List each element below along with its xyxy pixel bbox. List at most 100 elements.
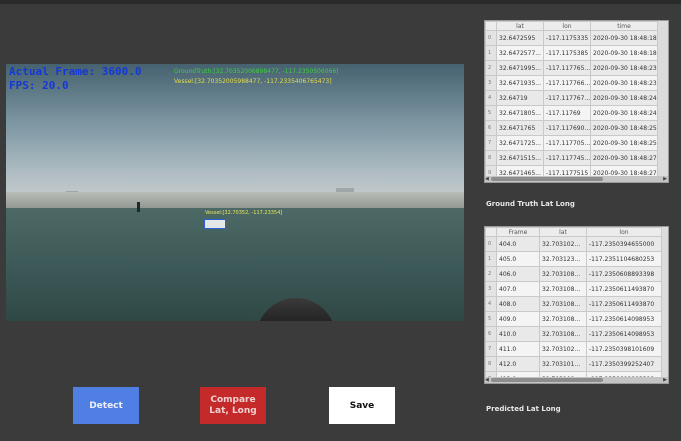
table-cell[interactable]: 407.0 — [496, 281, 540, 297]
buoy — [137, 202, 140, 212]
video-frame: Vessel:[32.70352, -117.23354] Actual Fra… — [6, 64, 464, 321]
table-cell[interactable]: 2020-09-30 18:48:24 — [590, 90, 658, 106]
predicted-table[interactable]: Frame lat lon 0 404.0 32.703102... -117.23503… — [484, 226, 669, 384]
predicted-scrollbar[interactable]: ◀ ▶ — [485, 377, 668, 383]
table-cell[interactable]: 32.6471515... — [496, 150, 544, 166]
table-cell[interactable]: 32.6471805... — [496, 105, 544, 121]
table-cell[interactable]: 2020-09-30 18:48:25 — [590, 120, 658, 136]
table-cell[interactable]: 32.703123... — [539, 251, 587, 267]
table-cell[interactable]: -117.2350398101609 — [586, 341, 662, 357]
scroll-left-icon[interactable]: ◀ — [485, 377, 489, 383]
column-header[interactable]: time — [590, 21, 658, 31]
table-cell[interactable]: -117.1175335 — [543, 30, 591, 46]
table-cell[interactable]: -117.2350608893398 — [586, 266, 662, 282]
boat-label: Vessel:[32.70352, -117.23354] — [205, 210, 283, 216]
table-cell[interactable]: 2020-09-30 18:48:18 — [590, 30, 658, 46]
table-row[interactable]: 2 406.0 32.703108... -117.2350608893398 — [485, 266, 662, 282]
column-header[interactable] — [485, 21, 497, 31]
row-index: 3 — [485, 75, 497, 91]
detect-button[interactable]: Detect — [73, 387, 139, 424]
table-row[interactable]: 1 32.6472577... -117.1175385 2020-09-30 18:… — [485, 45, 658, 61]
table-row[interactable]: 4 32.64719 -117.117767... 2020-09-30 18:48:… — [485, 90, 658, 106]
table-cell[interactable]: -117.2350394655000 — [586, 236, 662, 252]
table-cell[interactable]: 2020-09-30 18:48:23 — [590, 75, 658, 91]
table-cell[interactable]: -117.117766... — [543, 75, 591, 91]
table-cell[interactable]: -117.2350614098953 — [586, 311, 662, 327]
scroll-thumb[interactable] — [491, 177, 603, 181]
column-header[interactable] — [485, 227, 497, 237]
column-header[interactable]: lon — [543, 21, 591, 31]
column-header[interactable]: lat — [496, 21, 544, 31]
compare-lat-long-button[interactable]: Compare Lat, Long — [200, 387, 266, 424]
table-cell[interactable]: 32.703102... — [539, 341, 587, 357]
table-cell[interactable]: 32.703102... — [539, 236, 587, 252]
table-cell[interactable]: -117.117765... — [543, 60, 591, 76]
table-row[interactable]: 6 32.6471765 -117.117690... 2020-09-30 18:4… — [485, 120, 658, 136]
table-cell[interactable]: 32.6472577... — [496, 45, 544, 61]
table-cell[interactable]: -117.2350611493870 — [586, 296, 662, 312]
table-cell[interactable]: 410.0 — [496, 326, 540, 342]
table-row[interactable]: 0 404.0 32.703102... -117.2350394655000 — [485, 236, 662, 252]
table-cell[interactable]: 32.703108... — [539, 326, 587, 342]
table-row[interactable]: 0 32.6472595 -117.1175335 2020-09-30 18:48:… — [485, 30, 658, 46]
actual-frame-readout: Actual Frame: 3600.0 — [9, 65, 142, 78]
table-cell[interactable]: 2020-09-30 18:48:18 — [590, 45, 658, 61]
scroll-left-icon[interactable]: ◀ — [485, 176, 489, 182]
ground-truth-table[interactable]: lat lon time 0 32.6472595 -117.1175335 2020-0… — [484, 20, 669, 183]
table-cell[interactable]: 32.703108... — [539, 266, 587, 282]
table-cell[interactable]: 32.703108... — [539, 296, 587, 312]
table-cell[interactable]: 32.6471765 — [496, 120, 544, 136]
table-cell[interactable]: 2020-09-30 18:48:27 — [590, 150, 658, 166]
table-cell[interactable]: -117.11769 — [543, 105, 591, 121]
table-cell[interactable]: 2020-09-30 18:48:24 — [590, 105, 658, 121]
scroll-thumb[interactable] — [491, 378, 603, 382]
table-row[interactable]: 8 32.6471515... -117.117745... 2020-09-30 1… — [485, 150, 658, 166]
table-row[interactable]: 7 32.6471725... -117.117705... 2020-09-30 1… — [485, 135, 658, 151]
table-cell[interactable]: -117.1175385 — [543, 45, 591, 61]
table-cell[interactable]: -117.2350399252407 — [586, 356, 662, 372]
save-button[interactable]: Save — [329, 387, 395, 424]
table-row[interactable]: 7 411.0 32.703102... -117.2350398101609 — [485, 341, 662, 357]
table-row[interactable]: 6 410.0 32.703108... -117.2350614098953 — [485, 326, 662, 342]
table-cell[interactable]: 2020-09-30 18:48:25 — [590, 135, 658, 151]
table-cell[interactable]: 405.0 — [496, 251, 540, 267]
row-index: 0 — [485, 30, 497, 46]
table-cell[interactable]: 32.703108... — [539, 311, 587, 327]
column-header[interactable]: lat — [539, 227, 587, 237]
table-cell[interactable]: 32.6471995... — [496, 60, 544, 76]
table-cell[interactable]: -117.2350614098953 — [586, 326, 662, 342]
table-cell[interactable]: -117.117690... — [543, 120, 591, 136]
ground-truth-scrollbar[interactable]: ◀ ▶ — [485, 176, 668, 182]
table-row[interactable]: 5 32.6471805... -117.11769 2020-09-30 18:48… — [485, 105, 658, 121]
table-cell[interactable]: -117.2350611493870 — [586, 281, 662, 297]
table-cell[interactable]: 32.6471725... — [496, 135, 544, 151]
table-row[interactable]: 2 32.6471995... -117.117765... 2020-09-30 1… — [485, 60, 658, 76]
table-cell[interactable]: 411.0 — [496, 341, 540, 357]
scroll-right-icon[interactable]: ▶ — [663, 377, 667, 383]
table-cell[interactable]: 32.6472595 — [496, 30, 544, 46]
table-cell[interactable]: 406.0 — [496, 266, 540, 282]
table-cell[interactable]: 408.0 — [496, 296, 540, 312]
table-row[interactable]: 5 409.0 32.703108... -117.2350614098953 — [485, 311, 662, 327]
table-cell[interactable]: -117.117767... — [543, 90, 591, 106]
column-header[interactable]: lon — [586, 227, 662, 237]
table-cell[interactable]: 32.703108... — [539, 281, 587, 297]
table-cell[interactable]: 32.703101... — [539, 356, 587, 372]
table-cell[interactable]: -117.2351104680253 — [586, 251, 662, 267]
column-header[interactable]: Frame — [496, 227, 540, 237]
scroll-right-icon[interactable]: ▶ — [663, 176, 667, 182]
table-cell[interactable]: 32.64719 — [496, 90, 544, 106]
table-cell[interactable]: 32.6471935... — [496, 75, 544, 91]
detected-vessel-box — [204, 219, 226, 229]
table-row[interactable]: 3 32.6471935... -117.117766... 2020-09-30 1… — [485, 75, 658, 91]
table-cell[interactable]: 404.0 — [496, 236, 540, 252]
table-cell[interactable]: 409.0 — [496, 311, 540, 327]
table-cell[interactable]: -117.117705... — [543, 135, 591, 151]
table-row[interactable]: 4 408.0 32.703108... -117.2350611493870 — [485, 296, 662, 312]
table-cell[interactable]: -117.117745... — [543, 150, 591, 166]
table-row[interactable]: 8 412.0 32.703101... -117.2350399252407 — [485, 356, 662, 372]
table-cell[interactable]: 2020-09-30 18:48:23 — [590, 60, 658, 76]
table-row[interactable]: 3 407.0 32.703108... -117.2350611493870 — [485, 281, 662, 297]
table-cell[interactable]: 412.0 — [496, 356, 540, 372]
table-row[interactable]: 1 405.0 32.703123... -117.2351104680253 — [485, 251, 662, 267]
